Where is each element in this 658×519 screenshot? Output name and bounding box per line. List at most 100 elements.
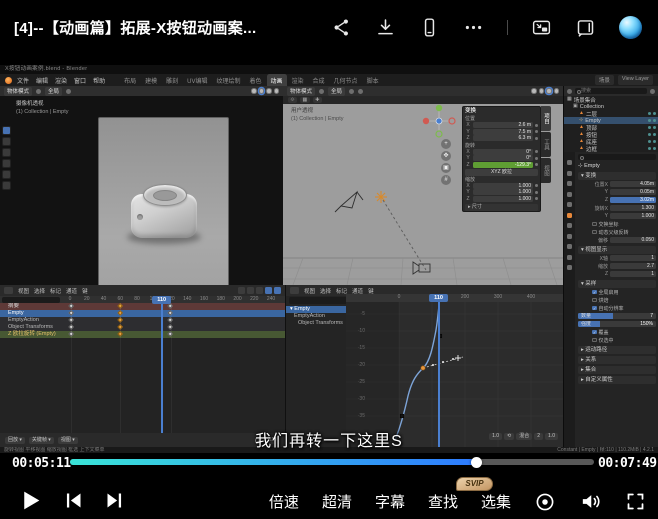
viewport-left-overlay-1: 摄像机透视 (16, 100, 44, 108)
properties-breadcrumb: ⊹ Empty (578, 162, 656, 170)
viewport-left-header: 物体模式 全局 (0, 86, 283, 96)
property-row: 偏移0.050 (578, 236, 656, 244)
header-icon-group (331, 0, 658, 55)
outliner-row: ▲底座 (564, 138, 658, 145)
right-column: 搜索 ▦场景集合▣Collection▲二层⊹Empty▲顶部▲按钮▲底座▲边框… (563, 86, 658, 447)
outliner-row: ▲边框 (564, 145, 658, 152)
axis-value: 1.000 (473, 196, 533, 202)
property-row: 仅选中 (578, 336, 656, 344)
ruler-tick: 180 (213, 296, 229, 303)
user-avatar[interactable] (619, 16, 642, 39)
lock-icon (535, 130, 538, 133)
property-row: 烘焙 (578, 296, 656, 304)
find-button[interactable]: 查找 (428, 491, 458, 512)
graph-editor-icon (290, 287, 299, 294)
viewport-visibility-icon (648, 119, 651, 122)
filter-toggle-icon (256, 287, 263, 294)
filter-icon (650, 89, 655, 94)
episodes-button[interactable]: 选集 (481, 491, 511, 512)
menu-帮助: 帮助 (93, 76, 105, 85)
fcurve-plot-area: 0200300400 -5-10-15-20-25-30-35 110 1.0⟲… (346, 294, 563, 447)
picture-in-picture-icon[interactable] (531, 17, 552, 38)
property-slider: 数量7 (578, 313, 656, 320)
video-frame[interactable]: X按钮动画案例.blend - Blender 文件编辑渲染窗口帮助 布局建模雕… (0, 55, 658, 455)
outliner-search-input: 搜索 (575, 88, 647, 94)
property-row: Z1 (578, 270, 656, 278)
checkbox (592, 230, 597, 235)
section-header: ▸ 运动路径 (578, 346, 656, 354)
quality-button[interactable]: 超清 (322, 491, 352, 512)
visibility-toggles (648, 147, 656, 150)
ruler-tick: 0 (62, 296, 78, 303)
record-screen-icon[interactable] (534, 491, 556, 513)
property-row: Z3.02m (578, 196, 656, 204)
slider-label: 强度 (581, 321, 591, 328)
n-panel-side-tabs: 项目工具视图 (541, 106, 551, 183)
play-button[interactable] (18, 488, 43, 513)
speed-button[interactable]: 倍速 (269, 491, 299, 512)
property-row: Y0.05m (578, 188, 656, 196)
menu-渲染: 渲染 (55, 76, 67, 85)
channel-sub: EmptyAction (0, 317, 285, 324)
render-object-button (137, 214, 143, 220)
shading-mode-icons (251, 88, 279, 94)
properties-tab-icon (567, 244, 572, 249)
next-episode-button[interactable] (104, 490, 125, 511)
viewport-camera-view: 物体模式 全局 摄像机透视 (1) Collection | Empty (0, 86, 283, 285)
graph-channel-search-input (289, 297, 351, 304)
dope-sheet-frame-badge: 110 (152, 296, 171, 304)
visibility-toggles (648, 133, 656, 136)
property-row: ✓全局启用 (578, 288, 656, 296)
tool-chip: ⟐ (288, 97, 297, 103)
render-visibility-icon (653, 119, 656, 122)
visibility-toggles (648, 119, 656, 122)
lock-icon (535, 163, 538, 166)
camera-view-icon: ▣ (441, 163, 451, 173)
tool-button (2, 181, 11, 190)
workspace-tab: 脚本 (363, 74, 383, 86)
floating-window-icon[interactable] (575, 17, 596, 38)
outliner-editor-icon (567, 89, 572, 94)
checkbox-label: 覆盖 (599, 329, 609, 336)
previous-episode-button[interactable] (63, 490, 84, 511)
progress-knob[interactable] (471, 457, 482, 468)
axis-value: 0° (473, 149, 533, 155)
workspace-tab: 几何节点 (330, 74, 362, 86)
checkbox: ✓ (592, 306, 597, 311)
key-column-line (71, 303, 72, 433)
viewport-tool-settings: ⟐ ▦ ✚ (283, 96, 563, 104)
visibility-toggles (648, 126, 656, 129)
more-options-icon[interactable] (463, 17, 484, 38)
n-panel-row: X2.6 m (465, 122, 538, 129)
download-icon[interactable] (375, 17, 396, 38)
n-panel-row: X1.000 (465, 183, 538, 190)
outliner-row: ▲按钮 (564, 131, 658, 138)
progress-track[interactable] (70, 459, 594, 465)
outliner-row: ▣Collection (564, 103, 658, 110)
volume-icon[interactable] (579, 490, 602, 513)
handle-dot (432, 364, 434, 366)
svip-badge: SVIP (456, 477, 493, 491)
view-icon (319, 89, 324, 94)
mobile-device-icon[interactable] (419, 17, 440, 38)
material-shading-icon (546, 88, 552, 94)
slider-value: 7 (650, 313, 653, 320)
dope-menu-通道: 通道 (66, 287, 77, 295)
ruler-tick: 80 (129, 296, 145, 303)
fullscreen-icon[interactable] (625, 491, 646, 512)
property-label: Z (578, 271, 608, 277)
share-icon[interactable] (331, 17, 352, 38)
fcurve-path (395, 302, 440, 440)
property-value: 0.05m (610, 189, 656, 196)
property-row: X轴1 (578, 254, 656, 262)
scene-chip: 场景 (595, 75, 614, 85)
outliner-row: ▦场景集合 (564, 96, 658, 103)
workspace-tab: 着色 (245, 74, 265, 86)
property-value: 2.7 (610, 263, 656, 270)
scene-chip: View Layer (618, 75, 653, 85)
visibility-toggles (648, 112, 656, 115)
checkbox-label: 交换坐标 (599, 221, 619, 228)
captions-button[interactable]: 字幕 (375, 491, 405, 512)
properties-tab-icon (567, 202, 572, 207)
scene-icon: ▦ (567, 96, 572, 103)
